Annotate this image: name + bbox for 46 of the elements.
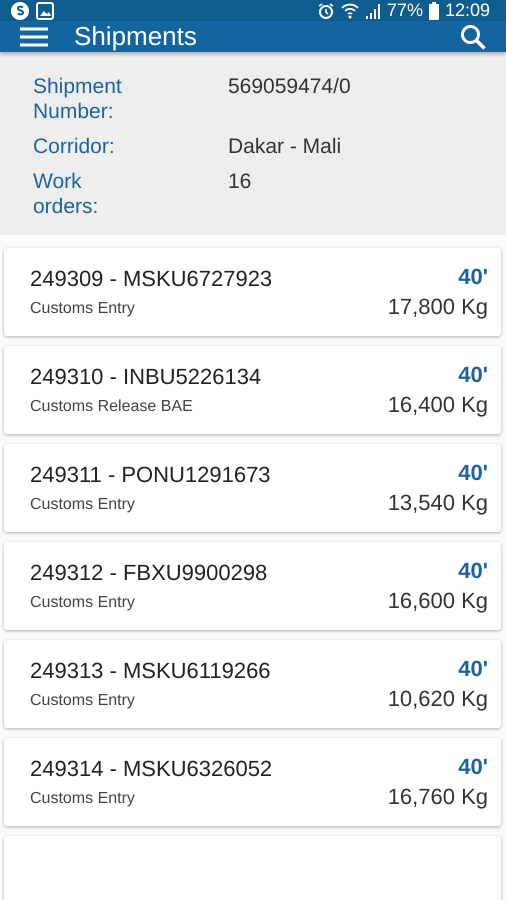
work-order-card[interactable]: 249312 - FBXU9900298 Customs Entry 40' 16,600 Kg	[4, 542, 501, 630]
work-order-status: Customs Entry	[30, 300, 136, 318]
work-order-title: 249310 - INBU5226134	[30, 364, 262, 390]
menu-button[interactable]	[20, 26, 48, 48]
image-icon	[36, 2, 54, 20]
container-size: 40'	[458, 362, 488, 388]
work-order-status: Customs Entry	[30, 594, 136, 612]
work-order-status: Customs Entry	[30, 790, 136, 808]
screen-title: Shipments	[74, 21, 198, 52]
work-order-status: Customs Entry	[30, 496, 136, 514]
container-size: 40'	[458, 264, 488, 290]
summary-value: Dakar - Mali	[228, 134, 342, 159]
battery-percent: 77%	[386, 0, 423, 21]
work-order-title: 249309 - MSKU6727923	[30, 266, 272, 292]
search-button[interactable]	[460, 24, 486, 50]
container-size: 40'	[458, 754, 488, 780]
container-size: 40'	[458, 558, 488, 584]
container-size: 40'	[458, 460, 488, 486]
work-order-title: 249311 - PONU1291673	[30, 462, 271, 488]
alarm-icon	[316, 2, 335, 20]
container-weight: 16,760 Kg	[388, 784, 488, 810]
summary-label: Work orders:	[33, 169, 100, 219]
clock-time: 12:09	[444, 0, 490, 21]
summary-label: Shipment Number:	[33, 74, 123, 124]
work-order-title: 249312 - FBXU9900298	[30, 560, 268, 586]
summary-value: 16	[228, 169, 252, 195]
container-weight: 13,540 Kg	[388, 490, 488, 516]
container-weight: 10,620 Kg	[388, 686, 488, 712]
work-order-title: 249314 - MSKU6326052	[30, 756, 272, 782]
container-weight: 16,400 Kg	[388, 392, 488, 418]
work-order-card[interactable]: 249314 - MSKU6326052 Customs Entry 40' 16,760 Kg	[4, 738, 501, 826]
battery-icon	[428, 2, 439, 20]
signal-icon	[364, 2, 381, 20]
work-order-status: Customs Release BAE	[30, 398, 194, 416]
work-order-title: 249313 - MSKU6119266	[30, 658, 271, 684]
container-weight: 17,800 Kg	[388, 294, 488, 320]
wifi-icon	[340, 2, 359, 20]
work-order-card[interactable]: 249309 - MSKU6727923 Customs Entry 40' 17,800 Kg	[4, 248, 501, 336]
container-size: 40'	[458, 656, 488, 682]
container-weight: 16,600 Kg	[388, 588, 488, 614]
summary-value: 569059474/0	[228, 74, 352, 100]
work-order-card[interactable]: 249313 - MSKU6119266 Customs Entry 40' 10,620 Kg	[4, 640, 501, 728]
work-order-status: Customs Entry	[30, 692, 136, 710]
work-order-card[interactable]: 249310 - INBU5226134 Customs Release BAE 40' 16,400 Kg	[4, 346, 501, 434]
summary-label: Corridor:	[33, 134, 116, 159]
work-order-card[interactable]: 249311 - PONU1291673 Customs Entry 40' 13,540 Kg	[4, 444, 501, 532]
